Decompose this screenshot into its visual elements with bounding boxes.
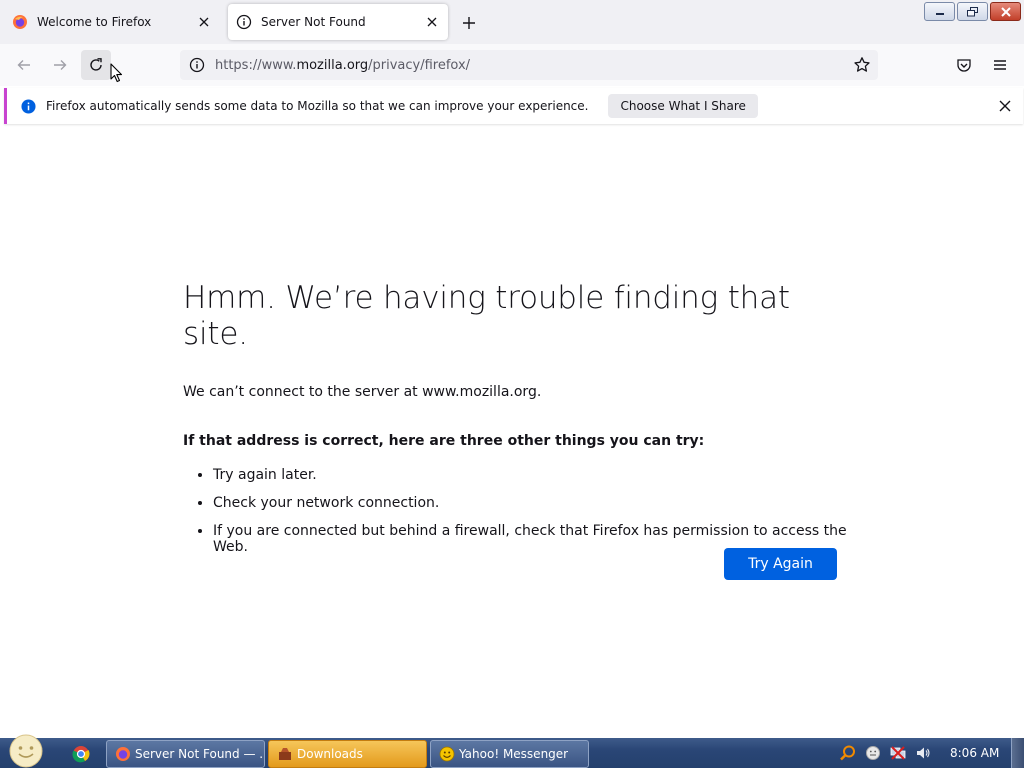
reload-button[interactable] <box>81 50 111 80</box>
pocket-button[interactable] <box>949 50 979 80</box>
show-desktop-button[interactable] <box>1011 738 1024 768</box>
suggestion-item: Check your network connection. <box>213 495 863 511</box>
notification-message: Firefox automatically sends some data to… <box>46 99 589 113</box>
info-icon <box>236 14 252 30</box>
tab-strip: Welcome to Firefox Server Not Found <box>0 0 1024 44</box>
downloads-icon <box>277 746 293 762</box>
messenger-tray-icon[interactable] <box>863 742 883 764</box>
taskbar-item-yahoo-messenger[interactable]: Yahoo! Messenger <box>430 740 589 768</box>
close-window-button[interactable] <box>990 2 1021 21</box>
chrome-quicklaunch-icon[interactable] <box>70 743 92 765</box>
new-tab-button[interactable] <box>458 12 480 34</box>
try-again-button[interactable]: Try Again <box>724 548 837 580</box>
taskbar-item-label: Downloads <box>297 747 363 761</box>
suggestion-item: Try again later. <box>213 467 863 483</box>
back-arrow-icon <box>17 60 30 70</box>
volume-tray-icon[interactable] <box>913 742 933 764</box>
window-controls <box>924 2 1021 21</box>
minimize-icon <box>935 12 944 15</box>
suggestions-heading: If that address is correct, here are thr… <box>183 433 705 449</box>
close-tab-icon[interactable] <box>422 12 442 32</box>
hamburger-menu-icon <box>994 60 1006 70</box>
mouse-cursor-icon <box>110 63 124 87</box>
minimize-button[interactable] <box>924 2 955 21</box>
url-text[interactable]: https://www.mozilla.org/privacy/firefox/ <box>215 58 852 73</box>
close-icon <box>1000 6 1011 17</box>
error-title: Hmm. We’re having trouble finding that s… <box>183 280 790 352</box>
yahoo-messenger-icon <box>439 746 455 762</box>
firefox-icon <box>115 746 131 762</box>
tab-label: Server Not Found <box>261 15 366 29</box>
url-path: /privacy/firefox/ <box>368 57 471 73</box>
plus-icon <box>463 17 475 29</box>
suggestions-list: Try again later. Check your network conn… <box>183 467 863 555</box>
address-bar[interactable]: https://www.mozilla.org/privacy/firefox/ <box>180 50 878 80</box>
data-collection-notification: Firefox automatically sends some data to… <box>4 88 1023 124</box>
info-icon <box>20 98 36 114</box>
error-content: Hmm. We’re having trouble finding that s… <box>183 280 863 567</box>
start-smiley-icon <box>9 734 43 768</box>
system-tray <box>838 742 933 764</box>
back-button[interactable] <box>9 50 39 80</box>
forward-arrow-icon <box>54 60 67 70</box>
network-tray-icon[interactable] <box>888 742 908 764</box>
url-domain: mozilla.org <box>296 57 369 73</box>
taskbar-clock: 8:06 AM <box>950 746 1000 760</box>
start-button[interactable] <box>6 734 46 768</box>
search-tray-icon[interactable] <box>838 742 858 764</box>
restore-icon <box>966 6 978 16</box>
close-notification-icon[interactable] <box>995 96 1015 116</box>
pocket-icon <box>957 59 971 72</box>
taskbar-item-downloads[interactable]: Downloads <box>268 740 427 768</box>
menu-button[interactable] <box>985 50 1015 80</box>
tab-welcome-to-firefox[interactable]: Welcome to Firefox <box>4 4 220 40</box>
taskbar: Server Not Found — ... Downloads Yahoo! … <box>0 734 1024 768</box>
tab-server-not-found[interactable]: Server Not Found <box>228 4 448 40</box>
close-tab-icon[interactable] <box>194 12 214 32</box>
restore-button[interactable] <box>957 2 988 21</box>
taskbar-item-label: Yahoo! Messenger <box>459 747 569 761</box>
bookmark-star-icon[interactable] <box>852 55 872 75</box>
choose-what-i-share-button[interactable]: Choose What I Share <box>608 94 758 118</box>
url-prefix: https://www. <box>215 57 297 73</box>
error-description: We can’t connect to the server at www.mo… <box>183 384 542 400</box>
navigation-bar: https://www.mozilla.org/privacy/firefox/ <box>0 44 1024 86</box>
reload-icon <box>90 58 102 71</box>
forward-button[interactable] <box>45 50 75 80</box>
taskbar-item-label: Server Not Found — ... <box>135 747 264 761</box>
tab-label: Welcome to Firefox <box>37 15 152 29</box>
site-info-icon[interactable] <box>189 57 205 73</box>
firefox-icon <box>12 14 28 30</box>
taskbar-item-firefox[interactable]: Server Not Found — ... <box>106 740 265 768</box>
